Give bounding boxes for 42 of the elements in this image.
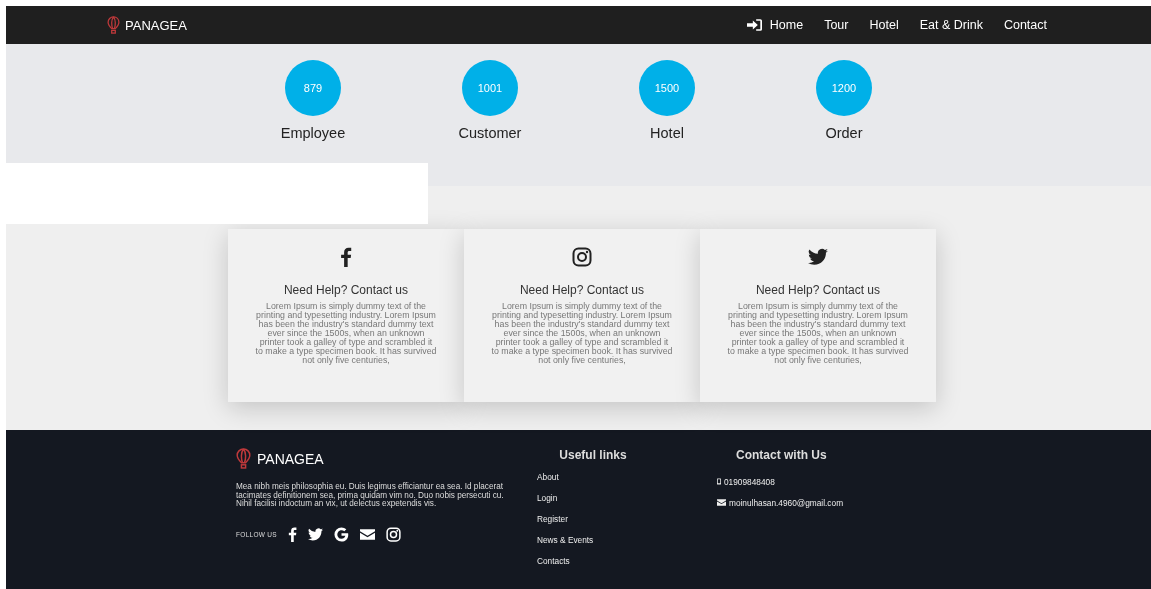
card-text: Lorem Ipsum is simply dummy text of the printing and typesetting industry. Lorem Ipsum has been the industry's standard dummy text ever since the 1500s, when an unknown printer took a galley of type and scrambled it to make a type specimen book. It has survived not only five centuries, (727, 302, 909, 365)
footer-link[interactable]: About (537, 471, 559, 492)
stat-label: Hotel (650, 125, 684, 141)
envelope-icon[interactable] (360, 526, 375, 542)
stat-circle: 1001 (462, 60, 518, 116)
footer-link[interactable]: Contacts (537, 555, 570, 576)
footer-heading: Useful links (558, 448, 628, 462)
instagram-icon[interactable] (572, 247, 592, 267)
brand-name[interactable]: PANAGEA (125, 17, 187, 33)
stat-circle: 879 (285, 60, 341, 116)
footer-about-text: Mea nibh meis philosophia eu. Duis legimus efficiantur ea sea. Id placerat tacimates definitionem sea, prima quidam vim no. Duo nobis persecuti cu. Nihil facilisi indoctum an vix, ut delectus expetendis vis. (236, 483, 505, 509)
footer-link[interactable]: Login (537, 492, 558, 513)
card-title: Need Help? Contact us (283, 283, 409, 297)
nav-link[interactable]: Eat & Drink (919, 18, 983, 32)
phone-icon (717, 478, 721, 485)
twitter-icon[interactable] (808, 247, 828, 267)
footer-heading: Contact with Us (736, 448, 827, 462)
twitter-icon[interactable] (308, 526, 323, 542)
stat-circle: 1200 (816, 60, 872, 116)
envelope-icon (717, 499, 726, 506)
balloon-logo-icon (236, 448, 251, 469)
footer-link[interactable]: News & Events (537, 534, 594, 555)
stat-circle: 1500 (639, 60, 695, 116)
nav-link[interactable]: Home (769, 18, 804, 32)
nav-link[interactable]: Tour (824, 18, 849, 32)
card-text: Lorem Ipsum is simply dummy text of the printing and typesetting industry. Lorem Ipsum has been the industry's standard dummy text ever since the 1500s, when an unknown printer took a galley of type and scrambled it to make a type specimen book. It has survived not only five centuries, (491, 302, 673, 365)
stat-label: Order (825, 125, 863, 141)
footer-brand-name: PANAGEA (257, 450, 324, 467)
facebook-icon[interactable] (288, 526, 297, 542)
phone-number: 01909848408 (724, 476, 775, 487)
google-icon[interactable] (334, 526, 349, 542)
sign-in-icon (746, 19, 762, 31)
card-title: Need Help? Contact us (519, 283, 645, 297)
card-title: Need Help? Contact us (755, 283, 881, 297)
footer-link[interactable]: Register (537, 513, 568, 534)
email-address: moinulhasan.4960@gmail.com (729, 497, 844, 508)
stat-label: Employee (280, 125, 346, 141)
stat-label: Customer (458, 125, 522, 141)
nav-link[interactable]: Hotel (869, 18, 899, 32)
nav-link[interactable]: Contact (1003, 18, 1047, 32)
card-text: Lorem Ipsum is simply dummy text of the printing and typesetting industry. Lorem Ipsum has been the industry's standard dummy text ever since the 1500s, when an unknown printer took a galley of type and scrambled it to make a type specimen book. It has survived not only five centuries, (255, 302, 437, 365)
balloon-logo-icon (107, 16, 120, 34)
